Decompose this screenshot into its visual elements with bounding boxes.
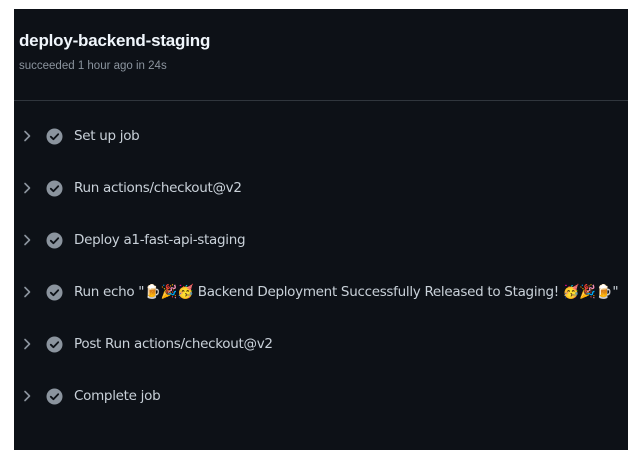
step-label: Deploy a1-fast-api-staging xyxy=(74,232,246,248)
step-set-up-job[interactable]: Set up job xyxy=(14,122,628,150)
chevron-right-icon xyxy=(14,182,40,194)
check-circle-icon xyxy=(46,232,63,249)
job-header: deploy-backend-staging succeeded 1 hour … xyxy=(14,9,628,101)
step-label: Set up job xyxy=(74,128,140,144)
chevron-right-icon xyxy=(14,234,40,246)
chevron-right-icon xyxy=(14,286,40,298)
step-label: Complete job xyxy=(74,388,161,404)
chevron-right-icon xyxy=(14,390,40,402)
chevron-right-icon xyxy=(14,338,40,350)
job-log-panel: deploy-backend-staging succeeded 1 hour … xyxy=(14,9,628,450)
step-label: Post Run actions/checkout@v2 xyxy=(74,336,273,352)
step-run-echo[interactable]: Run echo "🍺🎉🥳 Backend Deployment Success… xyxy=(14,278,628,306)
check-circle-icon xyxy=(46,128,63,145)
check-circle-icon xyxy=(46,180,63,197)
check-circle-icon xyxy=(46,388,63,405)
step-post-checkout[interactable]: Post Run actions/checkout@v2 xyxy=(14,330,628,358)
job-status: succeeded 1 hour ago in 24s xyxy=(19,60,167,72)
chevron-right-icon xyxy=(14,130,40,142)
step-deploy[interactable]: Deploy a1-fast-api-staging xyxy=(14,226,628,254)
step-complete-job[interactable]: Complete job xyxy=(14,382,628,410)
step-label: Run echo "🍺🎉🥳 Backend Deployment Success… xyxy=(74,284,619,300)
step-checkout[interactable]: Run actions/checkout@v2 xyxy=(14,174,628,202)
step-label: Run actions/checkout@v2 xyxy=(74,180,242,196)
check-circle-icon xyxy=(46,336,63,353)
job-title: deploy-backend-staging xyxy=(19,31,211,50)
check-circle-icon xyxy=(46,284,63,301)
